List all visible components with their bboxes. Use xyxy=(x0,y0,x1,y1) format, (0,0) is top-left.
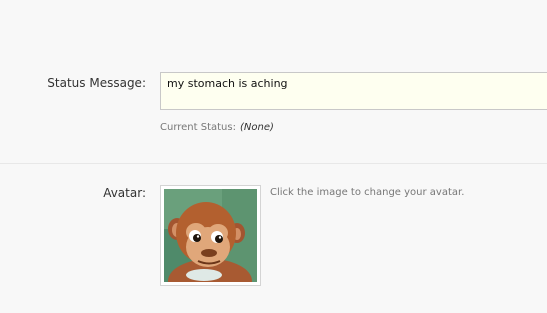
avatar-hint: Click the image to change your avatar. xyxy=(270,187,465,198)
current-status-value: (None) xyxy=(239,122,274,133)
avatar-image xyxy=(164,189,257,282)
current-status-label: Current Status: xyxy=(160,122,236,133)
avatar-image-button[interactable] xyxy=(160,185,261,286)
status-message-input[interactable]: my stomach is aching xyxy=(160,72,547,110)
profile-settings-form: Status Message: my stomach is aching Cur… xyxy=(0,0,547,313)
avatar-label: Avatar: xyxy=(103,186,146,200)
status-message-label: Status Message: xyxy=(47,76,146,90)
current-status: Current Status: (None) xyxy=(160,122,274,133)
section-divider xyxy=(0,163,547,164)
